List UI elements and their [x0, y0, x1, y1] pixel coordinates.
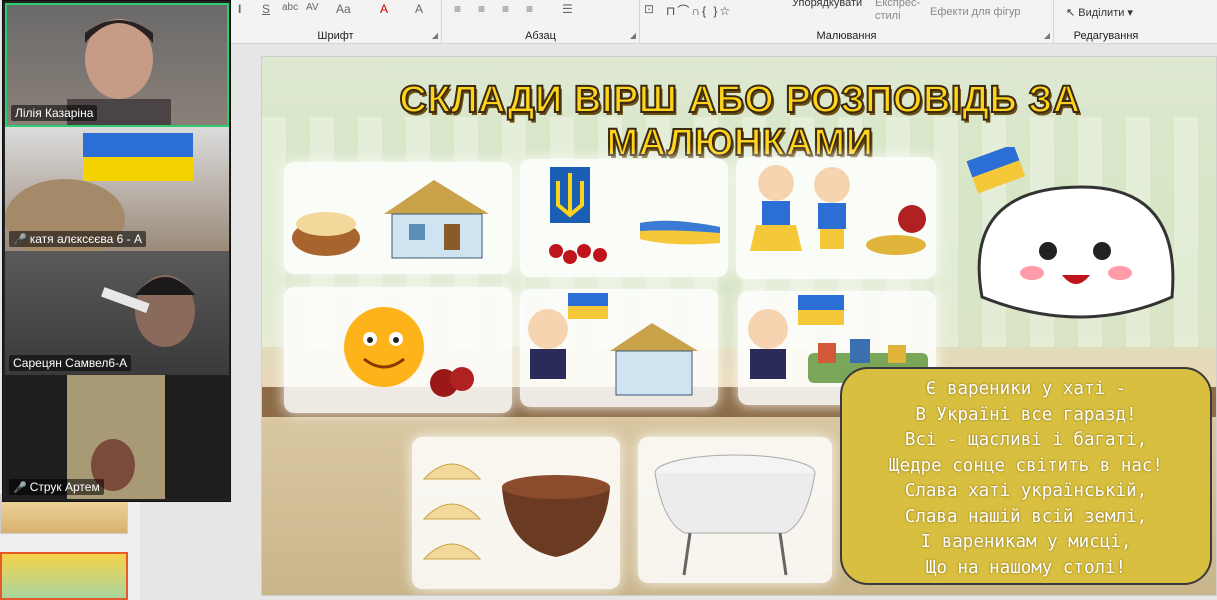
font-color-icon[interactable]: A: [380, 2, 388, 16]
varenyk-mascot-illustration: [966, 144, 1175, 319]
mic-off-icon: 🎤: [13, 234, 27, 246]
participant-name-muted: 🎤 катя алєксєєва 6 - А: [9, 231, 146, 247]
video-tile[interactable]: 🎤 Струк Артем: [5, 375, 229, 499]
drawing-group: ⊡ ⊓⌒∩{ }☆ Упорядкувати Експрес-стилі Ефе…: [640, 0, 1054, 44]
arrange-button[interactable]: Упорядкувати: [792, 0, 862, 9]
trident-kalyna-illustration: [549, 167, 720, 264]
paragraph-group-label: Абзац: [525, 30, 556, 42]
paragraph-group: ≡ ≡ ≡ ≡ ☰ Абзац ◢: [442, 0, 640, 44]
video-tile-active[interactable]: Лілія Казаріна: [5, 3, 229, 127]
mic-off-icon: 🎤: [13, 482, 27, 494]
change-case-icon[interactable]: Aa: [336, 2, 351, 16]
strikethrough-icon[interactable]: abc: [282, 2, 298, 13]
text-highlight-icon[interactable]: A: [415, 2, 423, 16]
varenyky-bowl-illustration: [422, 463, 610, 560]
poem-line: Є вареники у хаті -: [925, 379, 1127, 399]
font-group: I S abc AV Aa A A Шрифт ◢: [230, 0, 442, 44]
picture-varenyky-house: [284, 162, 512, 274]
align-center-icon[interactable]: ≡: [478, 2, 485, 16]
video-tile[interactable]: 🎤 катя алєксєєва 6 - А: [5, 127, 229, 251]
editing-group: ↖ Виділити ▾ Редагування: [1054, 0, 1158, 44]
picture-trident-kalyna: [520, 159, 728, 277]
poem-box: Є вареники у хаті - В Україні все гаразд…: [840, 367, 1212, 585]
participant-name: Струк Артем: [29, 480, 100, 494]
font-group-label: Шрифт: [317, 30, 354, 42]
poem-line: Слава хаті українській,: [904, 481, 1148, 501]
ribbon: I S abc AV Aa A A Шрифт ◢ ≡ ≡ ≡ ≡ ☰ Абза…: [230, 0, 1217, 44]
select-button[interactable]: ↖ Виділити ▾: [1066, 6, 1133, 19]
drawing-group-label: Малювання: [816, 30, 877, 42]
picture-baby-house: [520, 289, 718, 407]
varenyk-mascot: [952, 144, 1192, 347]
picture-children-coins: [736, 157, 936, 279]
children-coins-illustration: [750, 165, 926, 255]
editing-group-label: Редагування: [1073, 30, 1139, 42]
text-direction-icon[interactable]: ⊡: [644, 2, 654, 16]
picture-table: [638, 437, 832, 583]
align-left-icon[interactable]: ≡: [454, 2, 461, 16]
screen: I S abc AV Aa A A Шрифт ◢ ≡ ≡ ≡ ≡ ☰ Абза…: [0, 0, 1217, 600]
poem-line: Щедре сонце світить в нас!: [889, 455, 1163, 476]
shapes-gallery[interactable]: ⊓⌒∩{ }☆: [666, 2, 732, 19]
poem-line: І вареникам у мисці,: [920, 532, 1132, 552]
shape-effects-button[interactable]: Ефекти для фігур: [930, 6, 1021, 18]
underline-icon[interactable]: S: [262, 2, 270, 16]
paragraph-launcher-icon[interactable]: ◢: [630, 31, 636, 40]
video-tile[interactable]: Сарецян Самвел6-А: [5, 251, 229, 375]
align-right-icon[interactable]: ≡: [502, 2, 509, 16]
baby-house-illustration: [528, 293, 698, 396]
participant-name: Сарецян Самвел6-А: [9, 355, 132, 371]
participant-name-muted: 🎤 Струк Артем: [9, 479, 104, 495]
spacing-icon[interactable]: AV: [306, 2, 319, 13]
poem-line: Всі - щасливі і багаті,: [904, 430, 1148, 450]
poem-line: В Україні все гаразд!: [915, 404, 1137, 425]
participant-name: катя алєксєєва 6 - А: [29, 232, 142, 246]
quick-styles-button[interactable]: Експрес-стилі: [875, 0, 931, 23]
slide-thumbnails: [0, 490, 140, 600]
poem-line: Слава нашій всій землі,: [904, 506, 1148, 527]
participant-name: Лілія Казаріна: [11, 105, 98, 121]
slide-thumbnail-current[interactable]: [0, 552, 128, 600]
select-label: Виділити: [1078, 7, 1125, 19]
drawing-launcher-icon[interactable]: ◢: [1044, 31, 1050, 40]
poem-line: Що на нашому столі!: [925, 557, 1127, 578]
smiling-sun-illustration: [344, 307, 474, 397]
slide[interactable]: СКЛАДИ ВІРШ АБО РОЗПОВІДЬ ЗА МАЛЮНКАМИ Є…: [261, 56, 1217, 596]
picture-varenyky-bowl: [412, 437, 620, 589]
table-cloth-illustration: [654, 454, 816, 576]
house-varenyky-illustration: [292, 180, 489, 259]
italic-icon[interactable]: I: [238, 2, 241, 16]
participants-panel: Лілія Казаріна 🎤 катя алєксєєва 6 - А Сар…: [2, 0, 231, 502]
font-launcher-icon[interactable]: ◢: [432, 31, 438, 40]
picture-sun: [284, 287, 512, 413]
columns-icon[interactable]: ☰: [562, 2, 573, 16]
justify-icon[interactable]: ≡: [526, 2, 533, 16]
slide-pane: СКЛАДИ ВІРШ АБО РОЗПОВІДЬ ЗА МАЛЮНКАМИ Є…: [230, 44, 1217, 600]
